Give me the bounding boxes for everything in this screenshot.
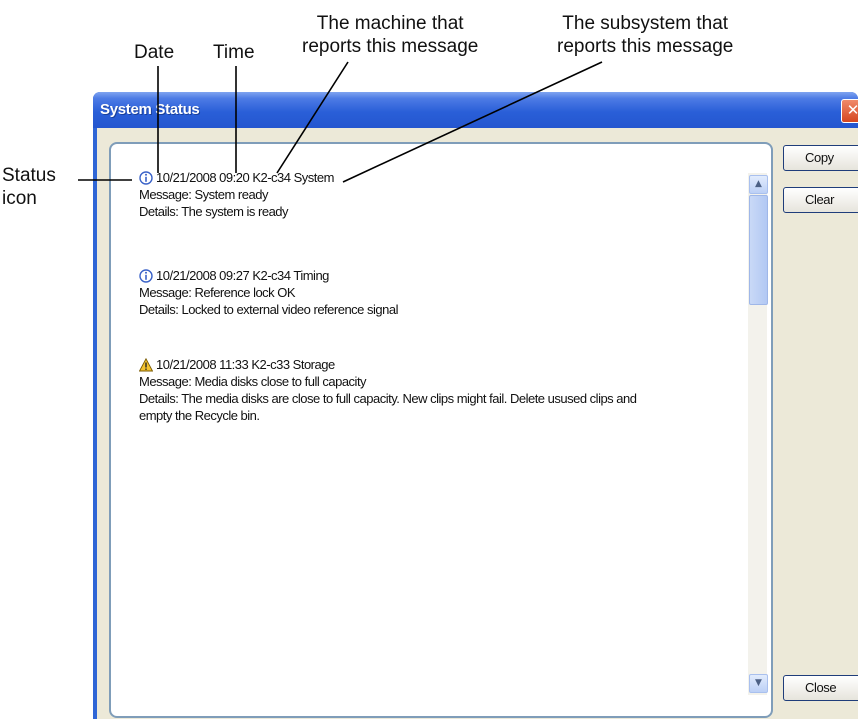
annotation-date: Date [134,42,175,63]
annotation-time: Time [213,42,255,63]
window-title: System Status [100,101,200,118]
log-entry-message: Message: Reference lock OK [139,285,296,300]
annotation-machine-line2: reports this message [302,36,479,57]
log-entry: 10/21/2008 09:20 K2-c34 System Message: … [139,169,334,220]
log-entry: 10/21/2008 11:33 K2-c33 Storage Message:… [139,356,637,424]
annotation-machine: The machine that reports this message [302,12,478,58]
status-log-panel: 10/21/2008 09:20 K2-c34 System Message: … [109,142,773,718]
close-button[interactable]: Close [783,675,858,701]
window-close-button[interactable]: ✕ [841,99,858,123]
log-scrollbar[interactable]: ▲ ▼ [748,173,768,695]
close-icon: ✕ [846,101,858,119]
log-entry-header: 10/21/2008 11:33 K2-c33 Storage [139,356,637,373]
annotation-machine-line1: The machine that [316,13,464,34]
log-entry-header: 10/21/2008 09:20 K2-c34 System [139,169,334,186]
warning-icon [139,358,153,372]
log-entry-header-text: 10/21/2008 11:33 K2-c33 Storage [156,357,335,372]
clear-button[interactable]: Clear [783,187,858,213]
annotation-status-icon: Status icon [2,164,56,210]
scroll-up-icon: ▲ [755,179,762,189]
info-icon [139,269,153,283]
copy-button[interactable]: Copy [783,145,858,171]
scroll-down-button[interactable]: ▼ [749,674,768,693]
log-entry-details: Details: Locked to external video refere… [139,302,399,317]
scroll-up-button[interactable]: ▲ [749,175,768,194]
log-entry: 10/21/2008 09:27 K2-c34 Timing Message: … [139,267,399,318]
annotation-subsystem: The subsystem that reports this message [557,12,733,58]
log-entry-details-continued: empty the Recycle bin. [139,408,260,423]
info-icon [139,171,153,185]
annotation-subsystem-line2: reports this message [557,36,734,57]
log-entry-header-text: 10/21/2008 09:20 K2-c34 System [156,170,334,185]
scrollbar-thumb[interactable] [749,195,768,305]
log-entry-header: 10/21/2008 09:27 K2-c34 Timing [139,267,398,284]
log-entry-message: Message: System ready [139,187,268,202]
log-entry-details: Details: The media disks are close to fu… [139,391,637,406]
annotation-status-line2: icon [2,188,37,209]
scroll-down-icon: ▼ [755,678,762,688]
window-client-area: 10/21/2008 09:20 K2-c34 System Message: … [97,128,858,719]
log-entry-header-text: 10/21/2008 09:27 K2-c34 Timing [156,268,329,283]
annotation-status-line1: Status [2,165,56,186]
log-entry-message: Message: Media disks close to full capac… [139,374,367,389]
log-entry-details: Details: The system is ready [139,204,289,219]
title-bar[interactable]: System Status ✕ [93,92,858,128]
annotation-subsystem-line1: The subsystem that [562,13,729,34]
system-status-window: System Status ✕ 10/21/2008 09:20 K2-c34 … [93,92,858,719]
